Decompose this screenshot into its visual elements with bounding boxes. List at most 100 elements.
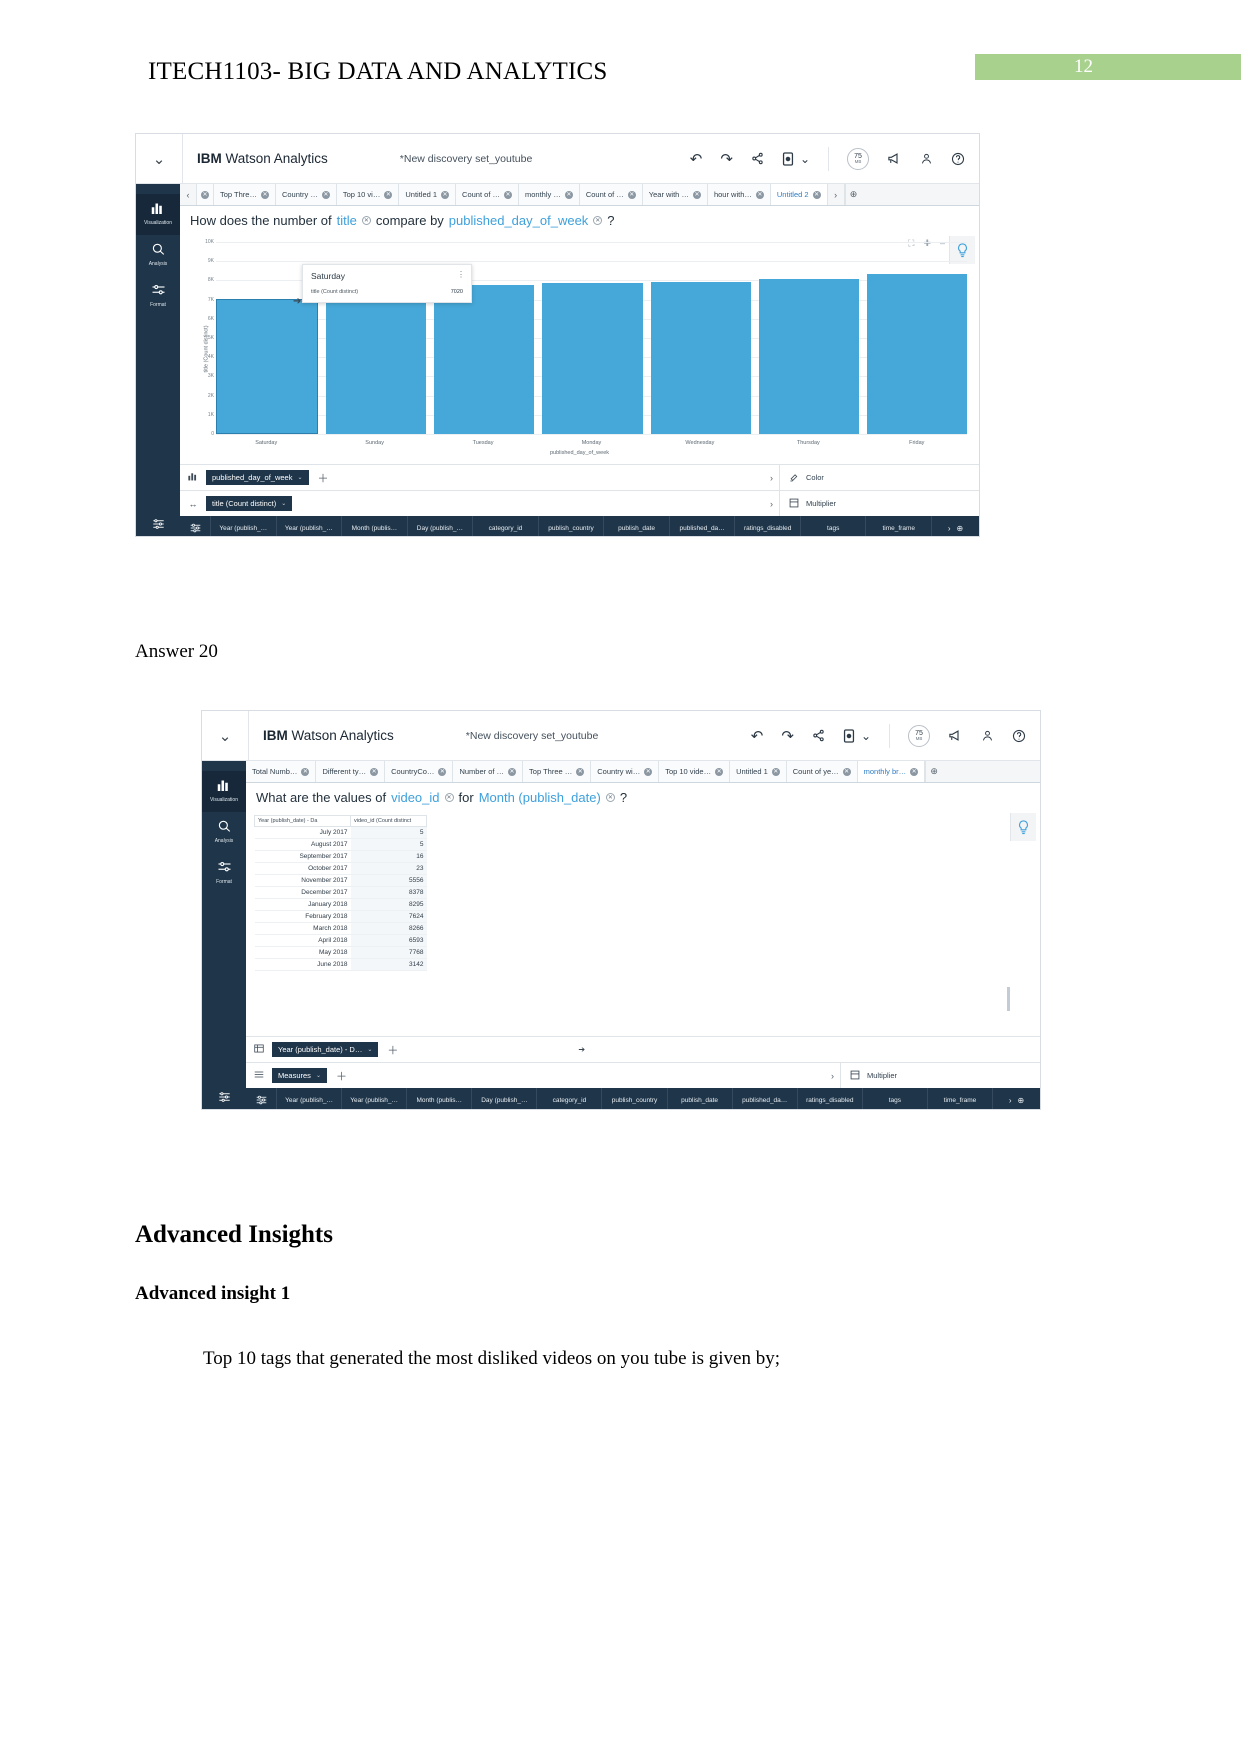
table-row[interactable]: February 2018 7624 xyxy=(254,910,427,923)
close-icon[interactable]: ✕ xyxy=(301,767,310,776)
table-row[interactable]: April 2018 6593 xyxy=(254,934,427,947)
tooltip-menu-icon[interactable]: ⋮ xyxy=(457,270,465,279)
shelf-measures[interactable]: Measures ⌄ ＋ › xyxy=(246,1062,840,1088)
field-chip[interactable]: Year (publish_… xyxy=(276,1088,341,1109)
expand-shelf-icon[interactable]: › xyxy=(831,1071,834,1081)
close-icon[interactable]: ✕ xyxy=(627,190,636,199)
close-icon[interactable]: ✕ xyxy=(771,767,780,776)
tab-monthly[interactable]: monthly … ✕ xyxy=(518,184,580,205)
table-row[interactable]: January 2018 8295 xyxy=(254,898,427,911)
field-chip[interactable]: category_id xyxy=(536,1088,601,1109)
tab-number-of[interactable]: Number of … ✕ xyxy=(453,761,524,782)
tab-top-three[interactable]: Top Thre… ✕ xyxy=(214,184,276,205)
close-icon[interactable]: ✕ xyxy=(842,767,851,776)
chevron-down-icon[interactable]: ⌄ xyxy=(316,1072,321,1079)
display-mode-icon[interactable] xyxy=(782,151,794,166)
close-icon[interactable]: ✕ xyxy=(692,190,701,199)
bar-thursday[interactable] xyxy=(758,278,859,434)
add-field-icon[interactable]: ⊕ xyxy=(1018,1096,1025,1105)
chevron-down-icon[interactable]: ⌄ xyxy=(281,500,286,507)
tab-top-three[interactable]: Top Three … ✕ xyxy=(523,761,592,782)
bar-saturday[interactable] xyxy=(216,299,319,434)
tab-scroll-right-icon[interactable]: › xyxy=(827,184,845,205)
close-icon[interactable]: ✕ xyxy=(321,190,330,199)
question-field-published-day-of-week[interactable]: published_day_of_week xyxy=(449,213,589,228)
table-row[interactable]: November 2017 5556 xyxy=(254,874,427,887)
shelf-pill-year-publish-date[interactable]: Year (publish_date) - D… ⌄ xyxy=(272,1042,379,1057)
remove-field-icon[interactable]: ✕ xyxy=(444,793,454,802)
question-field-video-id[interactable]: video_id xyxy=(391,790,439,805)
column-header-year-publish-date[interactable]: Year (publish_date) - Da xyxy=(254,815,351,827)
rail-item-analysis[interactable]: Analysis xyxy=(136,235,180,276)
column-header-video-id-count-distinct[interactable]: video_id (Count distinct xyxy=(350,815,427,827)
display-mode-chevron-icon[interactable]: ⌄ xyxy=(861,729,871,743)
field-chip[interactable]: publish_country xyxy=(537,516,604,536)
close-icon[interactable]: ✕ xyxy=(576,767,585,776)
close-icon[interactable]: ✕ xyxy=(644,767,653,776)
tab-count-of-year[interactable]: Count of ye… ✕ xyxy=(786,761,858,782)
field-chip[interactable]: Month (publis… xyxy=(406,1088,471,1109)
tab-total-number[interactable]: Total Numb… ✕ xyxy=(246,761,317,782)
tab-untitled-2[interactable]: Untitled 2 ✕ xyxy=(770,184,828,205)
insight-bulb-icon[interactable] xyxy=(1010,813,1036,841)
add-field-icon[interactable]: ＋ xyxy=(336,1068,347,1084)
add-field-icon[interactable]: ＋ xyxy=(318,470,329,486)
shelf-columns[interactable]: published_day_of_week ⌄ ＋ › xyxy=(180,464,779,490)
shelf-color[interactable]: Color xyxy=(779,464,979,490)
remove-field-icon[interactable]: ✕ xyxy=(593,216,603,225)
close-icon[interactable]: ✕ xyxy=(201,190,209,199)
rail-item-format[interactable]: Format xyxy=(202,853,246,894)
tab-year-with[interactable]: Year with … ✕ xyxy=(642,184,708,205)
redo-icon[interactable]: ↷ xyxy=(720,150,733,168)
rail-item-format[interactable]: Format xyxy=(136,276,180,317)
field-chip[interactable]: publish_date xyxy=(666,1088,732,1109)
table-row[interactable]: July 2017 5 xyxy=(254,826,427,839)
bar-friday[interactable] xyxy=(866,274,967,434)
close-icon[interactable]: ✕ xyxy=(438,767,447,776)
user-icon[interactable] xyxy=(981,729,994,742)
table-row[interactable]: March 2018 8266 xyxy=(254,922,427,935)
field-chip[interactable]: Year (publish_… xyxy=(341,1088,406,1109)
table-row[interactable]: June 2018 3142 xyxy=(254,958,427,971)
shelf-pill-published-day-of-week[interactable]: published_day_of_week ⌄ xyxy=(206,470,309,485)
add-tab-icon[interactable]: ⊕ xyxy=(925,761,942,782)
tab-country-code[interactable]: CountryCo… ✕ xyxy=(385,761,454,782)
close-icon[interactable]: ✕ xyxy=(755,190,764,199)
field-filter-icon[interactable] xyxy=(246,1088,276,1109)
close-icon[interactable]: ✕ xyxy=(441,190,450,199)
field-chip[interactable]: Year (publish_… xyxy=(210,516,276,536)
add-field-icon[interactable]: ＋ xyxy=(387,1042,398,1058)
rail-item-analysis[interactable]: Analysis xyxy=(202,812,246,853)
table-row[interactable]: December 2017 8378 xyxy=(254,886,427,899)
rail-item-visualization[interactable]: Visualization xyxy=(136,194,180,235)
close-icon[interactable]: ✕ xyxy=(503,190,512,199)
results-table-wrapper[interactable]: Year (publish_date) - Da video_id (Count… xyxy=(254,815,427,971)
bar-monday[interactable] xyxy=(542,282,643,434)
table-row[interactable]: October 2017 23 xyxy=(254,862,427,875)
shelf-pill-title-count-distinct[interactable]: title (Count distinct) ⌄ xyxy=(206,496,293,511)
undo-icon[interactable]: ↶ xyxy=(690,150,703,168)
field-chip[interactable]: Day (publish_… xyxy=(471,1088,536,1109)
remove-field-icon[interactable]: ✕ xyxy=(605,793,615,802)
expand-shelf-icon[interactable]: › xyxy=(770,499,773,509)
shelf-rows[interactable]: ↔ title (Count distinct) ⌄ › xyxy=(180,490,779,516)
field-chip[interactable]: time_frame xyxy=(926,1088,992,1109)
field-chip[interactable]: time_frame xyxy=(865,516,931,536)
chevron-down-icon[interactable]: ⌄ xyxy=(367,1046,372,1053)
bar-wednesday[interactable] xyxy=(650,282,751,434)
tab-count-of-b[interactable]: Count of … ✕ xyxy=(579,184,643,205)
rail-item-visualization[interactable]: Visualization xyxy=(202,771,246,812)
megaphone-icon[interactable] xyxy=(887,152,902,165)
close-icon[interactable]: ✕ xyxy=(715,767,724,776)
field-scroll-right-icon[interactable]: › xyxy=(948,524,951,533)
share-icon[interactable] xyxy=(751,152,764,165)
field-chip[interactable]: Year (publish_… xyxy=(275,516,342,536)
tab-top-10-videos[interactable]: Top 10 vi… ✕ xyxy=(336,184,400,205)
display-mode-chevron-icon[interactable]: ⌄ xyxy=(800,152,810,166)
shelf-multiplier[interactable]: Multiplier xyxy=(779,490,979,516)
field-chip[interactable]: tags xyxy=(861,1088,927,1109)
field-filter-icon[interactable] xyxy=(180,516,210,536)
add-tab-icon[interactable]: ⊕ xyxy=(844,184,862,205)
rail-settings-icon[interactable] xyxy=(136,511,180,536)
tab-scroll-left-icon[interactable]: ‹ xyxy=(180,184,197,205)
